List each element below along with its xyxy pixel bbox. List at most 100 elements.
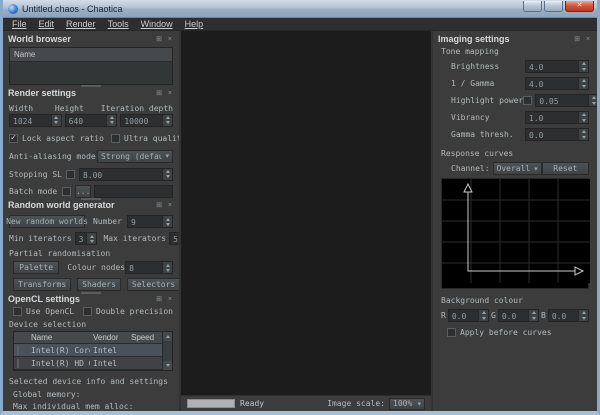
vibrancy-label: Vibrancy (451, 113, 525, 122)
ultra-quality-label: Ultra quality (124, 134, 181, 143)
left-dock-panel: World browser ⊞ × Name Render settings ⊞… (3, 31, 181, 411)
render-settings-title: Render settings (8, 88, 76, 98)
colour-nodes-label: Colour nodes (67, 263, 125, 272)
world-list-body[interactable] (10, 62, 172, 84)
window-title: Untitled.chaos - Chaotica (22, 4, 523, 14)
scroll-up-icon[interactable] (163, 332, 172, 341)
dock-float-close-icons[interactable]: ⊞ × (156, 89, 174, 97)
colour-nodes-spinbox[interactable]: 8 (125, 261, 173, 274)
device-selection-label: Device selection (9, 320, 86, 329)
gamma-thresh-spinbox[interactable]: 0.0 (525, 128, 589, 141)
reset-curves-button[interactable]: Reset (542, 162, 589, 175)
height-spinbox[interactable]: 640 (65, 114, 118, 127)
scroll-down-icon[interactable] (163, 361, 172, 370)
lock-aspect-ratio-checkbox[interactable]: ✓ (9, 134, 18, 143)
table-scrollbar[interactable] (162, 332, 172, 370)
background-colour-label: Background colour (441, 296, 523, 305)
use-opencl-label: Use OpenCL (26, 307, 83, 316)
world-browser-list[interactable]: Name (9, 47, 173, 85)
gamma-spinbox[interactable]: 4.0 (525, 77, 589, 90)
channel-label: Channel: (451, 164, 490, 173)
highlight-power-spinbox[interactable]: 0.05 (535, 94, 597, 107)
blue-label: B (541, 311, 546, 320)
channel-dropdown[interactable]: Overall ▾ (493, 162, 542, 175)
close-button[interactable]: ✕ (565, 1, 594, 12)
maximize-button[interactable] (544, 1, 563, 12)
red-spinbox[interactable]: 0.0 (448, 309, 489, 322)
green-label: G (491, 311, 496, 320)
anti-aliasing-mode-dropdown[interactable]: Strong (default) ▾ (97, 150, 173, 163)
image-scale-label: Image scale: (327, 399, 385, 408)
global-memory-label: Global memory: (13, 390, 80, 399)
menu-file[interactable]: File (7, 19, 32, 29)
max-iterators-label: Max iterators (103, 234, 166, 243)
response-curve-editor[interactable] (441, 178, 589, 289)
status-text: Ready (240, 399, 322, 408)
dock-float-close-icons[interactable]: ⊞ × (156, 35, 174, 43)
menu-tools[interactable]: Tools (103, 19, 134, 29)
gamma-label: 1 / Gamma (451, 79, 525, 88)
device-table[interactable]: Name Vendor Speed Intel(R) Core(TM)... I… (13, 331, 173, 371)
max-iterators-spinbox[interactable]: 5 (169, 232, 181, 245)
vibrancy-spinbox[interactable]: 1.0 (525, 111, 589, 124)
render-canvas[interactable] (181, 31, 431, 395)
stopping-sl-label: Stopping SL (9, 170, 62, 179)
selectors-button[interactable]: Selectors (127, 278, 180, 291)
iteration-depth-spinbox[interactable]: 10000 (120, 114, 173, 127)
world-list-name-header[interactable]: Name (10, 48, 172, 62)
device-table-header[interactable]: Name Vendor Speed (14, 332, 162, 344)
green-spinbox[interactable]: 0.0 (498, 309, 539, 322)
partial-randomisation-label: Partial randomisation (9, 249, 110, 258)
palette-button[interactable]: Palette (13, 261, 59, 274)
batch-path-input[interactable] (94, 185, 173, 198)
menu-edit[interactable]: Edit (34, 19, 60, 29)
device-checkbox[interactable] (17, 359, 19, 368)
menu-render[interactable]: Render (61, 19, 101, 29)
width-label: Width (9, 104, 55, 113)
shaders-button[interactable]: Shaders (77, 278, 121, 291)
table-row[interactable]: Intel(R) Core(TM)... Intel (14, 344, 162, 357)
app-window: Untitled.chaos - Chaotica ✕ File Edit Re… (0, 0, 600, 415)
image-scale-dropdown[interactable]: 100% ▾ (389, 398, 425, 410)
use-opencl-checkbox[interactable] (13, 307, 22, 316)
width-spinbox[interactable]: 1024 (9, 114, 62, 127)
random-world-generator-title: Random world generator (8, 200, 115, 210)
title-bar[interactable]: Untitled.chaos - Chaotica ✕ (3, 0, 597, 18)
blue-spinbox[interactable]: 0.0 (548, 309, 589, 322)
menu-window[interactable]: Window (136, 19, 178, 29)
dock-float-close-icons[interactable]: ⊞ × (574, 35, 592, 43)
table-row[interactable]: Intel(R) HD Grap... Intel (14, 357, 162, 370)
batch-mode-checkbox[interactable] (62, 187, 71, 196)
max-mem-alloc-label: Max individual mem alloc: (13, 402, 133, 411)
number-label: Number (93, 217, 127, 226)
curve-graph (442, 179, 590, 283)
min-iterators-label: Min iterators (9, 234, 72, 243)
stopping-sl-checkbox[interactable] (66, 170, 75, 179)
apply-before-curves-label: Apply before curves (460, 328, 552, 337)
device-checkbox[interactable] (17, 346, 19, 355)
double-precision-checkbox[interactable] (83, 307, 92, 316)
apply-before-curves-checkbox[interactable] (447, 328, 456, 337)
menu-bar: File Edit Render Tools Window Help (3, 18, 597, 31)
lock-aspect-ratio-label: Lock aspect ratio (22, 134, 104, 143)
brightness-spinbox[interactable]: 4.0 (525, 60, 589, 73)
highlight-power-checkbox[interactable] (523, 96, 532, 105)
stopping-sl-spinbox[interactable]: 8.00 (79, 168, 173, 181)
minimize-button[interactable] (523, 1, 542, 12)
dock-float-close-icons[interactable]: ⊞ × (156, 295, 174, 303)
ultra-quality-checkbox[interactable] (111, 134, 120, 143)
batch-browse-button[interactable]: ... (75, 185, 91, 198)
dock-float-close-icons[interactable]: ⊞ × (156, 201, 174, 209)
imaging-settings-title: Imaging settings (438, 34, 510, 44)
transforms-button[interactable]: Transforms (13, 278, 71, 291)
brightness-label: Brightness (451, 62, 525, 71)
gamma-thresh-label: Gamma thresh. (451, 130, 525, 139)
batch-mode-label: Batch mode (9, 187, 57, 196)
min-iterators-spinbox[interactable]: 3 (75, 232, 98, 245)
chevron-down-icon: ▾ (417, 400, 421, 408)
menu-help[interactable]: Help (180, 19, 209, 29)
new-random-worlds-button[interactable]: New random worlds (9, 215, 85, 228)
number-spinbox[interactable]: 9 (127, 215, 173, 228)
red-label: R (441, 311, 446, 320)
app-icon (8, 4, 18, 14)
